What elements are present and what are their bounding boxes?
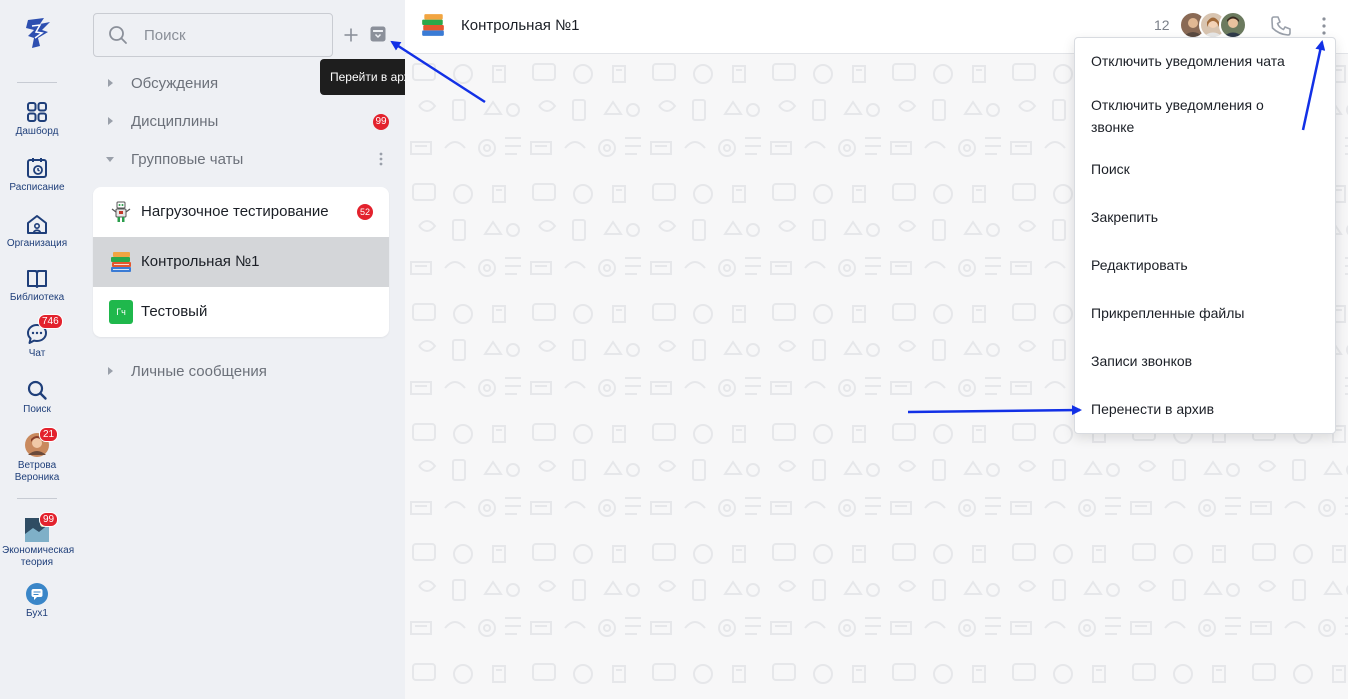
rail-item-label: Поиск [23,404,51,415]
rail-item-label: Дашборд [15,126,59,137]
group-chats-list: Нагрузочное тестирование 52 Контрольная … [93,187,389,337]
course-avatar: 99 [25,512,59,542]
menu-item-move-to-archive[interactable]: Перенести в архив [1075,398,1335,420]
organization-icon [27,215,47,234]
dashboard-icon [27,102,47,122]
rail-item-search[interactable]: Поиск [0,378,74,416]
books-avatar-icon [422,14,444,36]
rail-item-label: Расписание [9,182,65,193]
search-icon [27,380,47,400]
chat-icon-wrap: 746 [25,314,63,346]
section-group-chats[interactable]: Групповые чаты [74,146,405,174]
create-chat-button[interactable] [342,24,360,46]
archive-icon[interactable] [370,26,386,42]
rail-item-label: Бух1 [26,608,48,619]
search-box[interactable] [93,13,333,57]
chat-unread-badge: 52 [357,204,373,220]
menu-item-search[interactable]: Поиск [1075,158,1335,180]
menu-item-attached-files[interactable]: Прикрепленные файлы [1075,302,1335,324]
chat-title: Контрольная №1 [461,17,580,34]
member-count: 12 [1154,17,1170,33]
chat-item-name: Тестовый [141,303,208,320]
menu-item-edit[interactable]: Редактировать [1075,254,1335,276]
calendar-icon [27,158,47,178]
rail-item-label: Организация [6,238,68,249]
collapse-arrow-icon [106,157,114,162]
user-avatar: 21 [25,427,59,457]
expand-arrow-icon [108,79,113,87]
rail-divider [17,498,57,499]
menu-item-pin[interactable]: Закрепить [1075,206,1335,228]
section-disciplines[interactable]: Дисциплины 99 [74,108,405,136]
library-icon [27,270,47,288]
search-icon [109,26,127,44]
app-logo-icon[interactable] [22,16,54,50]
rail-item-label: Чат [28,348,46,359]
chat-item-name: Контрольная №1 [141,253,260,270]
rail-item-label: Ветрова Вероника [14,460,60,483]
books-avatar-icon [111,252,131,272]
chat-list-panel: Перейти в архив Обсуждения Дисциплины 99… [74,0,433,699]
robot-avatar-icon [111,201,131,222]
rail-item-chat[interactable]: 746 Чат [0,314,74,360]
rail-item-dashboard[interactable]: Дашборд [0,100,74,138]
left-rail: Дашборд Расписание Организация Библиотек… [0,0,74,699]
expand-arrow-icon [108,367,113,375]
search-input[interactable] [144,25,314,45]
section-more-icon[interactable] [379,151,383,167]
menu-item-call-records[interactable]: Записи звонков [1075,350,1335,372]
section-personal-messages[interactable]: Личные сообщения [74,358,405,386]
chat-options-menu: Отключить уведомления чата Отключить уве… [1074,37,1336,434]
group-initials-avatar: Гч [109,300,133,324]
rail-item-schedule[interactable]: Расписание [0,156,74,194]
rail-item-label: Экономическая теория [2,545,75,568]
more-vertical-icon[interactable] [1320,16,1328,36]
course-badge: 99 [39,512,59,527]
rail-item-label: Библиотека [9,292,65,303]
phone-call-icon[interactable] [1269,14,1293,38]
section-title: Личные сообщения [131,363,267,380]
members-avatars[interactable] [1179,11,1251,39]
chat-item-load-testing[interactable]: Нагрузочное тестирование 52 [93,187,389,237]
section-title: Групповые чаты [131,151,244,168]
chat-item-test-1[interactable]: Контрольная №1 [93,237,389,287]
course-chat-icon [26,583,48,605]
chat-unread-badge: 746 [38,314,63,329]
rail-item-organization[interactable]: Организация [0,212,74,250]
expand-arrow-icon [108,117,113,125]
rail-item-library[interactable]: Библиотека [0,266,74,304]
chat-item-name: Нагрузочное тестирование [141,203,329,220]
section-title: Обсуждения [131,75,219,92]
section-title: Дисциплины [131,113,219,130]
menu-item-mute-chat[interactable]: Отключить уведомления чата [1075,50,1335,72]
rail-divider [17,82,57,83]
profile-badge: 21 [39,427,59,442]
rail-item-course-economics[interactable]: 99 Экономическая теория [0,512,75,569]
section-discussions[interactable]: Обсуждения [74,70,405,98]
chat-item-test[interactable]: Гч Тестовый [93,287,389,337]
member-avatar [1219,11,1247,39]
rail-item-profile[interactable]: 21 Ветрова Вероника [0,427,74,484]
rail-item-buh1[interactable]: Бух1 [0,582,74,620]
menu-item-mute-calls[interactable]: Отключить уведомления о звонке [1075,94,1305,138]
section-unread-badge: 99 [373,114,389,130]
plus-icon [344,28,358,42]
